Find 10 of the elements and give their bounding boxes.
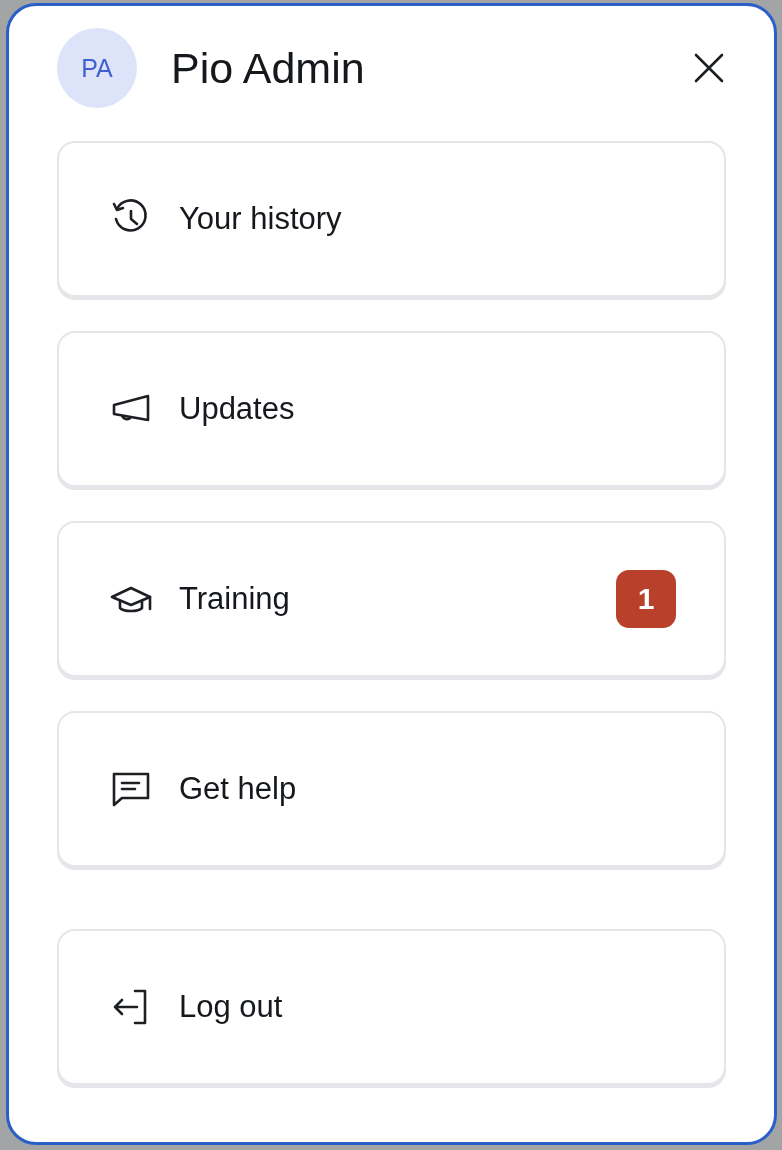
avatar: PA bbox=[57, 28, 137, 108]
notification-badge: 1 bbox=[616, 570, 676, 628]
menu-item[interactable]: Log out bbox=[57, 929, 726, 1085]
close-button[interactable] bbox=[694, 53, 724, 83]
menu-item[interactable]: Your history bbox=[57, 141, 726, 297]
menu-item[interactable]: Get help bbox=[57, 711, 726, 867]
user-name: Pio Admin bbox=[171, 43, 366, 93]
close-icon bbox=[694, 53, 724, 83]
menu-item[interactable]: Training 1 bbox=[57, 521, 726, 677]
menu-item[interactable]: Updates bbox=[57, 331, 726, 487]
